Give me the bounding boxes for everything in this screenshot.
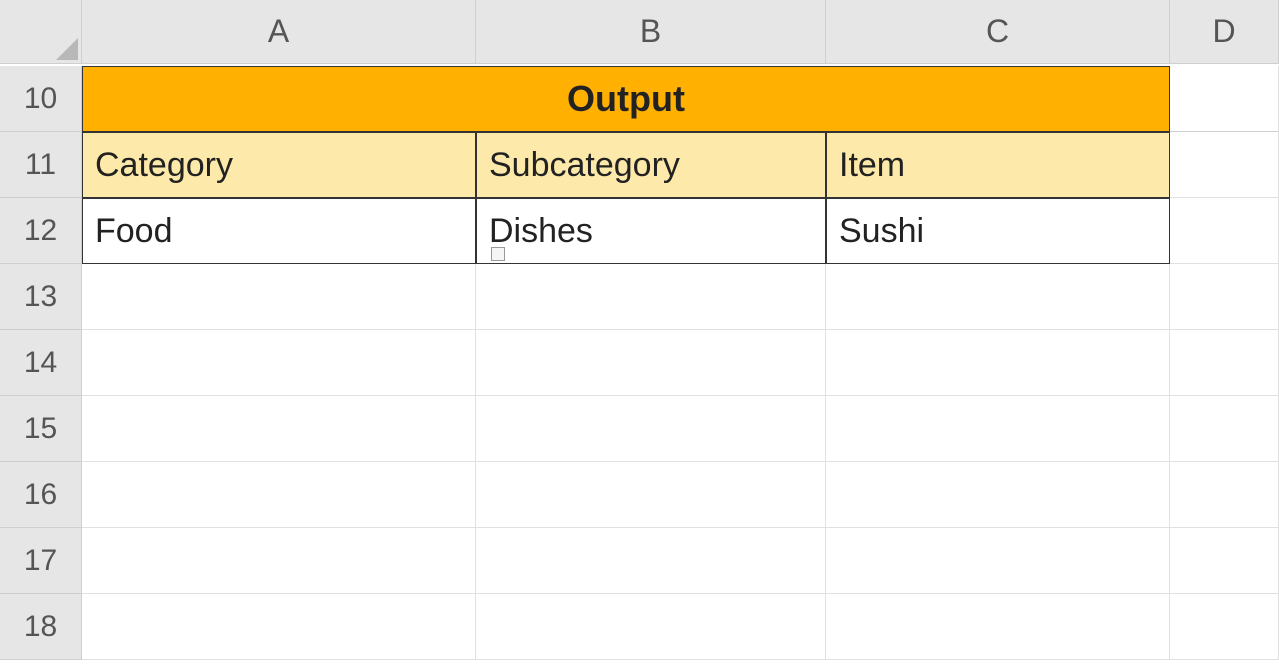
cell-d13[interactable]: [1170, 264, 1279, 330]
row-header-14[interactable]: 14: [0, 330, 82, 396]
cell-a15[interactable]: [82, 396, 476, 462]
row-header-11[interactable]: 11: [0, 132, 82, 198]
cell-b18[interactable]: [476, 594, 826, 660]
cell-c15[interactable]: [826, 396, 1170, 462]
column-header-d[interactable]: D: [1170, 0, 1279, 64]
cell-c16[interactable]: [826, 462, 1170, 528]
spreadsheet-grid[interactable]: A B C D 10 Output 11 Category Subcategor…: [0, 0, 1279, 660]
cell-subcategory[interactable]: Dishes: [476, 198, 826, 264]
cell-a14[interactable]: [82, 330, 476, 396]
cell-b14[interactable]: [476, 330, 826, 396]
header-category[interactable]: Category: [82, 132, 476, 198]
row-header-12[interactable]: 12: [0, 198, 82, 264]
cell-d12[interactable]: [1170, 198, 1279, 264]
cell-d11[interactable]: [1170, 132, 1279, 198]
cell-d16[interactable]: [1170, 462, 1279, 528]
cell-b15[interactable]: [476, 396, 826, 462]
cell-item[interactable]: Sushi: [826, 198, 1170, 264]
header-item[interactable]: Item: [826, 132, 1170, 198]
cell-d18[interactable]: [1170, 594, 1279, 660]
row-header-13[interactable]: 13: [0, 264, 82, 330]
cell-b17[interactable]: [476, 528, 826, 594]
cell-c17[interactable]: [826, 528, 1170, 594]
cell-category[interactable]: Food: [82, 198, 476, 264]
column-header-b[interactable]: B: [476, 0, 826, 64]
cell-a17[interactable]: [82, 528, 476, 594]
row-header-15[interactable]: 15: [0, 396, 82, 462]
row-header-18[interactable]: 18: [0, 594, 82, 660]
column-header-a[interactable]: A: [82, 0, 476, 64]
cell-d14[interactable]: [1170, 330, 1279, 396]
header-subcategory[interactable]: Subcategory: [476, 132, 826, 198]
cell-d10[interactable]: [1170, 66, 1279, 132]
cell-a18[interactable]: [82, 594, 476, 660]
cell-b13[interactable]: [476, 264, 826, 330]
cell-a16[interactable]: [82, 462, 476, 528]
cell-d15[interactable]: [1170, 396, 1279, 462]
cell-b16[interactable]: [476, 462, 826, 528]
column-header-c[interactable]: C: [826, 0, 1170, 64]
row-header-17[interactable]: 17: [0, 528, 82, 594]
row-header-10[interactable]: 10: [0, 66, 82, 132]
output-title-cell[interactable]: Output: [82, 66, 1170, 132]
cell-c14[interactable]: [826, 330, 1170, 396]
cell-c13[interactable]: [826, 264, 1170, 330]
cell-a13[interactable]: [82, 264, 476, 330]
select-all-corner[interactable]: [0, 0, 82, 64]
cell-c18[interactable]: [826, 594, 1170, 660]
cell-d17[interactable]: [1170, 528, 1279, 594]
row-header-16[interactable]: 16: [0, 462, 82, 528]
